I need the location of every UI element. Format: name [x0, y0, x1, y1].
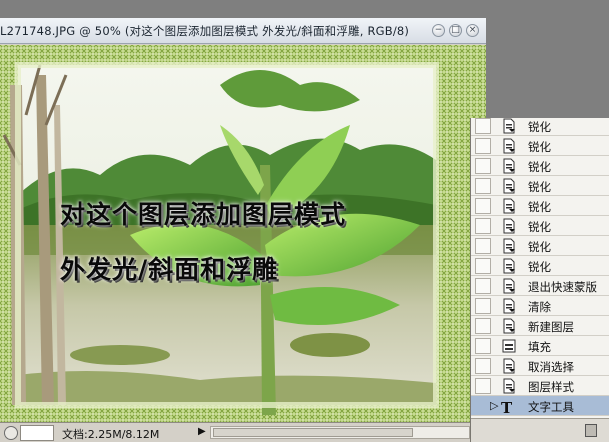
document-step-icon: [501, 358, 517, 374]
history-item-label: 锐化: [528, 180, 551, 194]
document-step-icon: [501, 138, 517, 154]
history-source-checkbox[interactable]: [475, 258, 491, 274]
history-item[interactable]: 退出快速蒙版: [471, 276, 609, 296]
history-item[interactable]: 填充: [471, 336, 609, 356]
history-item-label: 新建图层: [528, 320, 574, 334]
history-source-checkbox[interactable]: [475, 218, 491, 234]
scrollbar-thumb[interactable]: [213, 428, 413, 437]
history-item-label: 锐化: [528, 120, 551, 134]
history-item-label: 锐化: [528, 200, 551, 214]
history-item[interactable]: 锐化: [471, 196, 609, 216]
history-source-checkbox[interactable]: [475, 318, 491, 334]
history-source-checkbox[interactable]: [475, 278, 491, 294]
minimize-button[interactable]: −: [432, 24, 445, 37]
document-step-icon: [501, 158, 517, 174]
document-step-icon: [501, 118, 517, 134]
history-item[interactable]: ▷ T 文字工具: [471, 396, 609, 416]
history-item[interactable]: 清除: [471, 296, 609, 316]
history-item-label: 锐化: [528, 160, 551, 174]
canvas-text-line1: 对这个图层添加图层模式: [60, 200, 347, 229]
history-item[interactable]: 锐化: [471, 216, 609, 236]
history-item[interactable]: 锐化: [471, 136, 609, 156]
history-item-label: 填充: [528, 340, 551, 354]
document-step-icon: [501, 178, 517, 194]
close-button[interactable]: ×: [466, 24, 479, 37]
document-size-text: 文档:2.25M/8.12M: [62, 428, 160, 441]
history-item[interactable]: 锐化: [471, 156, 609, 176]
document-step-icon: [501, 258, 517, 274]
history-item-label: 文字工具: [528, 400, 574, 414]
history-item-label: 取消选择: [528, 360, 574, 374]
history-source-checkbox[interactable]: [475, 358, 491, 374]
history-item[interactable]: 锐化: [471, 118, 609, 136]
horizontal-scrollbar[interactable]: [210, 426, 470, 439]
photo-image: [0, 45, 486, 422]
status-circle-icon[interactable]: [4, 426, 18, 440]
zoom-input[interactable]: [20, 425, 54, 441]
history-source-checkbox[interactable]: [475, 158, 491, 174]
history-state-marker-icon: ▷: [490, 399, 499, 412]
history-source-checkbox[interactable]: [475, 138, 491, 154]
maximize-button[interactable]: □: [449, 24, 462, 37]
history-item[interactable]: 图层样式: [471, 376, 609, 396]
history-source-checkbox[interactable]: [475, 338, 491, 354]
history-item[interactable]: 锐化: [471, 256, 609, 276]
history-source-checkbox[interactable]: [475, 178, 491, 194]
fill-icon: [501, 338, 517, 354]
document-step-icon: [501, 318, 517, 334]
history-item[interactable]: 锐化: [471, 236, 609, 256]
document-window: L271748.JPG @ 50% (对这个图层添加图层模式 外发光/斜面和浮雕…: [0, 18, 486, 442]
history-source-checkbox[interactable]: [475, 238, 491, 254]
document-step-icon: [501, 218, 517, 234]
history-item[interactable]: 锐化: [471, 176, 609, 196]
document-step-icon: [501, 198, 517, 214]
history-source-checkbox[interactable]: [475, 118, 491, 134]
history-panel-footer: [471, 418, 609, 442]
history-source-checkbox[interactable]: [475, 298, 491, 314]
history-source-checkbox[interactable]: [475, 198, 491, 214]
document-step-icon: [501, 378, 517, 394]
history-item-label: 锐化: [528, 220, 551, 234]
document-title: L271748.JPG @ 50% (对这个图层添加图层模式 外发光/斜面和浮雕…: [0, 24, 410, 38]
history-item-label: 退出快速蒙版: [528, 280, 597, 294]
history-item[interactable]: 新建图层: [471, 316, 609, 336]
image-canvas[interactable]: 对这个图层添加图层模式 外发光/斜面和浮雕: [0, 45, 486, 422]
history-source-checkbox[interactable]: [475, 398, 491, 414]
history-item-label: 锐化: [528, 140, 551, 154]
document-titlebar[interactable]: L271748.JPG @ 50% (对这个图层添加图层模式 外发光/斜面和浮雕…: [0, 18, 486, 44]
history-item-label: 锐化: [528, 240, 551, 254]
status-menu-arrow-icon[interactable]: ▶: [198, 426, 206, 437]
photoshop-workspace: L271748.JPG @ 50% (对这个图层添加图层模式 外发光/斜面和浮雕…: [0, 0, 609, 442]
document-step-icon: [501, 298, 517, 314]
history-item-label: 锐化: [528, 260, 551, 274]
text-tool-icon: T: [501, 399, 513, 417]
history-item[interactable]: 取消选择: [471, 356, 609, 376]
history-source-checkbox[interactable]: [475, 378, 491, 394]
trash-icon[interactable]: [585, 424, 597, 437]
history-item-label: 清除: [528, 300, 551, 314]
document-step-icon: [501, 238, 517, 254]
canvas-text-line2: 外发光/斜面和浮雕: [60, 255, 279, 284]
status-bar: 文档:2.25M/8.12M ▶: [0, 422, 486, 442]
history-panel: 锐化 锐化 锐化 锐化 锐化 锐化 锐化 锐化 退出快速蒙版 清除 新建图层 填充 取消选择 图层样式 ▷ T…: [470, 118, 609, 442]
document-step-icon: [501, 278, 517, 294]
history-item-label: 图层样式: [528, 380, 574, 394]
